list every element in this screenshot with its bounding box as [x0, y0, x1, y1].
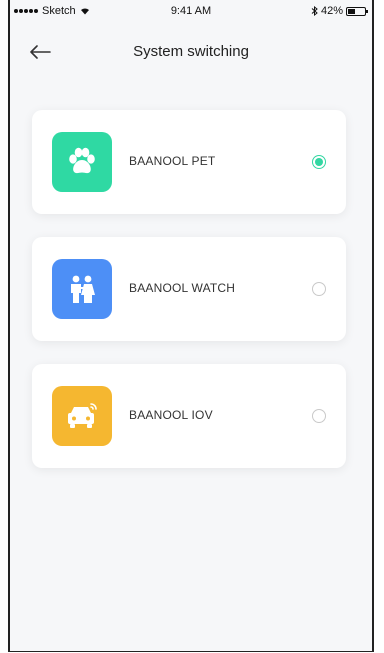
- bluetooth-icon: [311, 6, 318, 16]
- car-icon: [68, 403, 97, 428]
- iov-app-icon: [52, 386, 112, 446]
- battery-icon: [346, 6, 368, 16]
- system-option-pet[interactable]: BAANOOL PET: [32, 110, 346, 214]
- system-label: BAANOOL WATCH: [129, 281, 236, 295]
- battery-fill: [348, 8, 355, 14]
- system-label: BAANOOL PET: [129, 154, 216, 168]
- system-label: BAANOOL IOV: [129, 408, 213, 422]
- status-right: 42%: [311, 5, 368, 17]
- system-option-iov[interactable]: BAANOOL IOV: [32, 364, 346, 468]
- radio-unselected[interactable]: [312, 282, 326, 296]
- paw-icon: [69, 147, 95, 174]
- status-bar: Sketch 9:41 AM 42%: [10, 0, 372, 22]
- family-icon: [71, 275, 95, 303]
- nav-bar: System switching: [10, 30, 372, 74]
- battery-percent: 42%: [320, 5, 343, 17]
- pet-app-icon: [52, 132, 112, 192]
- system-option-watch[interactable]: BAANOOL WATCH: [32, 237, 346, 341]
- radio-selected[interactable]: [312, 155, 326, 169]
- page-title: System switching: [133, 43, 249, 60]
- watch-app-icon: [52, 259, 112, 319]
- radio-unselected[interactable]: [312, 409, 326, 423]
- phone-screen: Sketch 9:41 AM 42% System switching BAAN…: [8, 0, 374, 652]
